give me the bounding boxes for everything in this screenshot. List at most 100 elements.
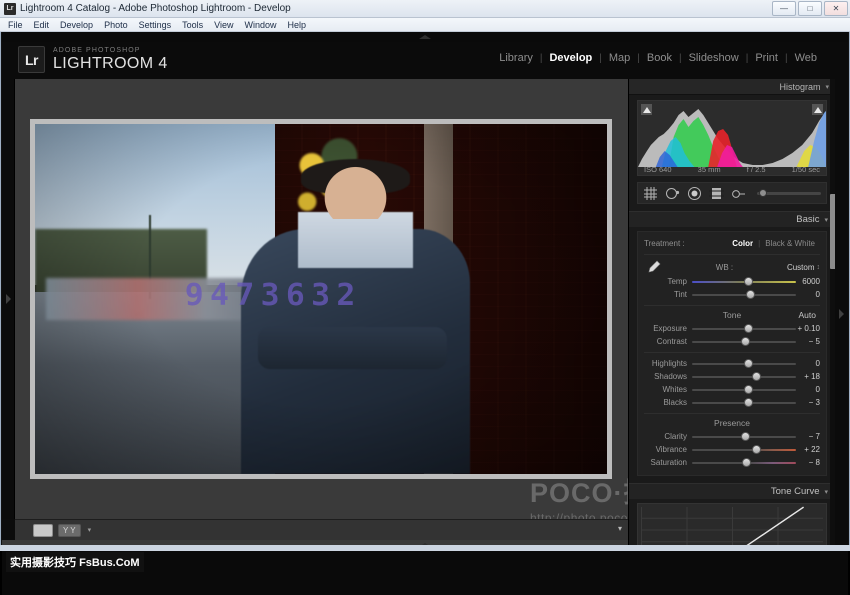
treatment-color-option[interactable]: Color (727, 239, 758, 248)
whites-slider[interactable] (692, 387, 796, 392)
exposure-slider[interactable] (692, 326, 796, 331)
chevron-down-icon[interactable]: ▾ (824, 488, 828, 496)
whites-value: 0 (796, 385, 820, 394)
chevron-down-icon[interactable]: ▾ (824, 216, 828, 224)
saturation-slider[interactable] (692, 460, 796, 465)
tone-curve-panel-header[interactable]: Tone Curve ▾ (629, 483, 835, 499)
shadows-value: + 18 (796, 372, 820, 381)
module-develop[interactable]: Develop (542, 52, 599, 64)
basic-panel-header[interactable]: Basic ▾ (629, 211, 835, 227)
brush-size-slider[interactable] (757, 192, 821, 195)
blacks-slider[interactable] (692, 400, 796, 405)
module-book[interactable]: Book (640, 52, 679, 64)
module-slideshow[interactable]: Slideshow (682, 52, 746, 64)
saturation-label: Saturation (644, 458, 692, 467)
flag-filter-button[interactable]: Y Y (58, 524, 81, 537)
histogram-title: Histogram (779, 82, 820, 92)
menu-window[interactable]: Window (245, 20, 277, 30)
white-balance-row: WB : Custom ↕ (644, 259, 820, 275)
highlights-value: 0 (796, 359, 820, 368)
histogram-panel-header[interactable]: Histogram ▾ (629, 79, 835, 95)
loupe-view-icon[interactable] (33, 524, 53, 537)
menu-develop[interactable]: Develop (60, 20, 93, 30)
red-eye-icon[interactable] (687, 186, 702, 201)
view-toolbar: Y Y ▾ ▾ (15, 519, 628, 540)
exposure-label: Exposure (644, 324, 692, 333)
lightroom-ui: Lr ADOBE PHOTOSHOP LIGHTROOM 4 Library |… (0, 32, 850, 551)
blacks-value: − 3 (796, 398, 820, 407)
highlights-slider[interactable] (692, 361, 796, 366)
preview-image-frame[interactable]: 9473632 (30, 119, 612, 479)
app-icon: Lr (4, 3, 16, 15)
chevron-down-icon[interactable]: ▾ (825, 83, 829, 91)
fsbus-watermark-cn: 实用摄影技巧 (10, 557, 76, 569)
basic-panel-body: Treatment : Color | Black & White (637, 231, 827, 476)
histogram-graph[interactable]: ISO 640 35 mm f / 2.5 1/50 sec (637, 100, 827, 176)
crop-overlay-icon[interactable] (643, 186, 658, 201)
updown-arrow-icon[interactable]: ↕ (817, 264, 821, 271)
spot-removal-icon[interactable] (665, 186, 680, 201)
top-panel-collapse-toggle[interactable] (2, 32, 848, 42)
vibrance-slider-row: Vibrance + 22 (644, 443, 820, 456)
temp-slider-row: Temp 6000 (644, 275, 820, 288)
clarity-slider[interactable] (692, 434, 796, 439)
treatment-bw-option[interactable]: Black & White (760, 239, 820, 248)
tool-strip (637, 182, 827, 204)
treatment-row: Treatment : Color | Black & White (644, 236, 820, 250)
divider (644, 352, 820, 353)
exposure-value: + 0.10 (796, 324, 820, 333)
clarity-value: − 7 (796, 432, 820, 441)
tone-curve-graph[interactable] (637, 503, 827, 548)
identity-plate-bar: Lr ADOBE PHOTOSHOP LIGHTROOM 4 Library |… (2, 32, 848, 79)
vibrance-value: + 22 (796, 445, 820, 454)
menu-tools[interactable]: Tools (182, 20, 203, 30)
vibrance-label: Vibrance (644, 445, 692, 454)
module-print[interactable]: Print (748, 52, 785, 64)
window-title-bar: Lr Lightroom 4 Catalog - Adobe Photoshop… (0, 0, 850, 18)
graduated-filter-icon[interactable] (709, 186, 724, 201)
left-panel-collapse-toggle[interactable] (2, 79, 15, 519)
clarity-slider-row: Clarity − 7 (644, 430, 820, 443)
identity-plate[interactable]: Lr ADOBE PHOTOSHOP LIGHTROOM 4 (18, 46, 168, 73)
whites-label: Whites (644, 385, 692, 394)
white-balance-selector-icon[interactable] (644, 259, 662, 275)
tint-slider[interactable] (692, 292, 796, 297)
toolbar-options-caret[interactable]: ▾ (618, 524, 622, 533)
highlight-clipping-icon[interactable] (812, 104, 823, 115)
adjustment-brush-icon[interactable] (731, 186, 746, 201)
right-panel-collapse-toggle[interactable] (835, 79, 848, 548)
contrast-label: Contrast (644, 337, 692, 346)
close-button[interactable]: ✕ (824, 1, 848, 16)
shadows-label: Shadows (644, 372, 692, 381)
menu-edit[interactable]: Edit (34, 20, 50, 30)
menu-settings[interactable]: Settings (139, 20, 172, 30)
menu-help[interactable]: Help (288, 20, 307, 30)
module-web[interactable]: Web (788, 52, 824, 64)
flag-filter-label: Y Y (63, 526, 76, 535)
module-map[interactable]: Map (602, 52, 637, 64)
temp-slider[interactable] (692, 279, 796, 284)
fsbus-watermark: 实用摄影技巧 FsBus.CoM (6, 552, 144, 572)
chevron-down-icon[interactable]: ▾ (88, 526, 92, 534)
fsbus-watermark-en: FsBus.CoM (79, 557, 140, 569)
tone-label: Tone (723, 310, 741, 320)
menu-photo[interactable]: Photo (104, 20, 128, 30)
auto-tone-button[interactable]: Auto (799, 310, 817, 320)
divider (644, 413, 820, 414)
contrast-slider[interactable] (692, 339, 796, 344)
menu-file[interactable]: File (8, 20, 23, 30)
maximize-button[interactable]: □ (798, 1, 822, 16)
divider (644, 305, 820, 306)
menu-view[interactable]: View (214, 20, 233, 30)
presence-subheader: Presence (644, 418, 820, 430)
presence-label: Presence (714, 418, 750, 428)
saturation-slider-row: Saturation − 8 (644, 456, 820, 469)
contrast-value: − 5 (796, 337, 820, 346)
shadows-slider[interactable] (692, 374, 796, 379)
module-library[interactable]: Library (492, 52, 540, 64)
vibrance-slider[interactable] (692, 447, 796, 452)
minimize-button[interactable]: — (772, 1, 796, 16)
shadow-clipping-icon[interactable] (641, 104, 652, 115)
exposure-slider-row: Exposure + 0.10 (644, 322, 820, 335)
wb-preset-value[interactable]: Custom (787, 263, 817, 272)
